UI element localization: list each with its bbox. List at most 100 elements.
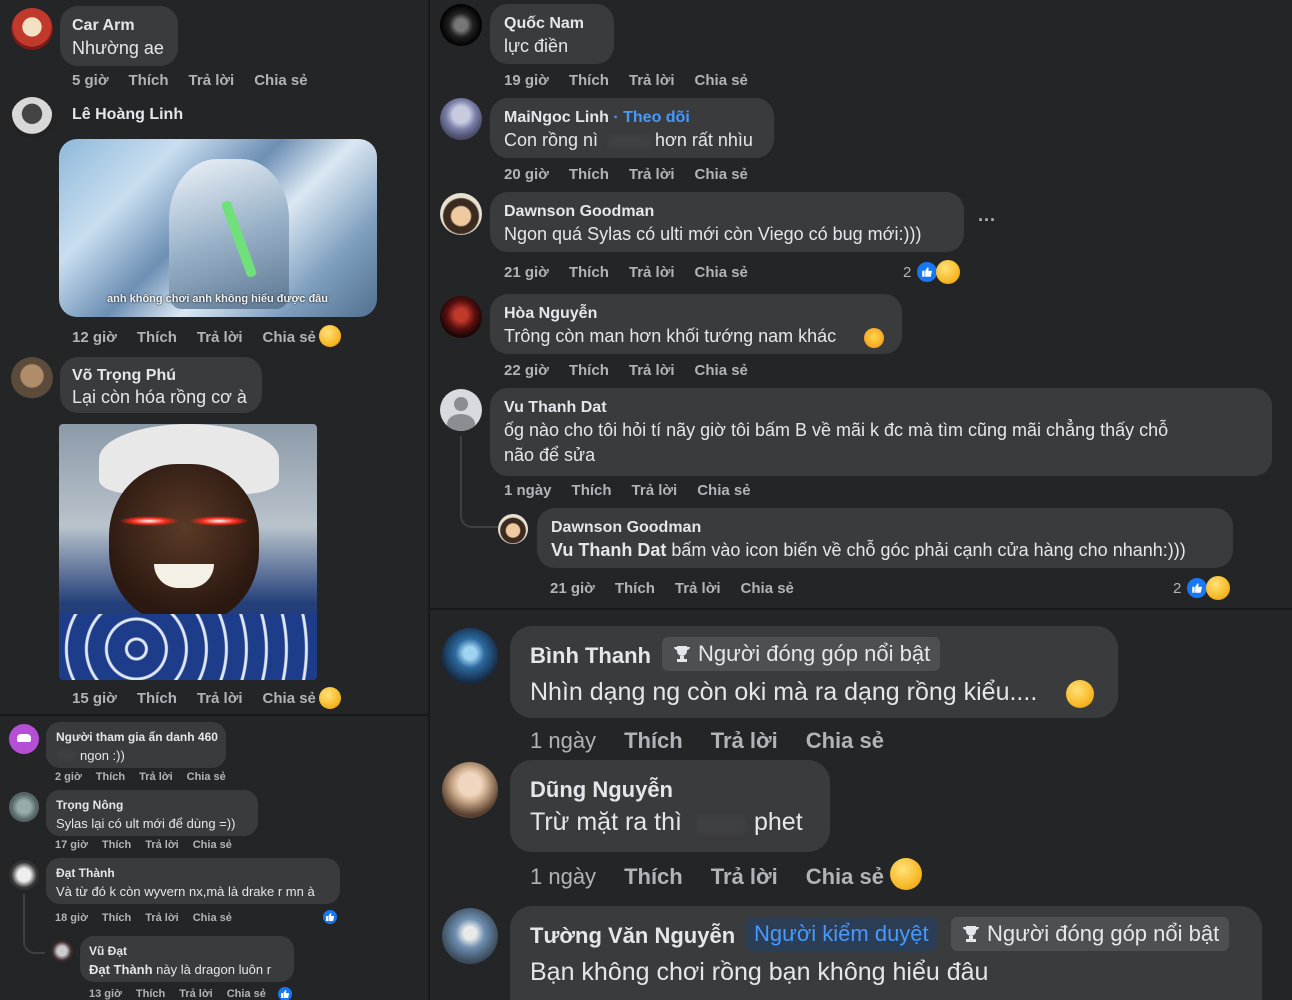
haha-emoji-icon[interactable] — [936, 260, 960, 284]
haha-emoji-icon[interactable] — [319, 687, 341, 709]
share-button[interactable]: Chia sẻ — [695, 362, 748, 379]
comment-author[interactable]: Đạt Thành — [56, 866, 115, 880]
share-button[interactable]: Chia sẻ — [695, 72, 748, 89]
like-button[interactable]: Thích — [96, 771, 125, 783]
comment-time[interactable]: 21 giờ — [504, 264, 549, 281]
comment-author[interactable]: Dawnson Goodman — [551, 519, 701, 537]
reply-button[interactable]: Trả lời — [675, 580, 721, 597]
comment-author[interactable]: Bình Thanh — [530, 643, 651, 669]
comment-time[interactable]: 2 giờ — [55, 771, 82, 783]
mention-link[interactable]: Vu Thanh Dat — [551, 540, 666, 560]
share-button[interactable]: Chia sẻ — [263, 690, 316, 707]
like-button[interactable]: Thích — [136, 988, 165, 1000]
like-button[interactable]: Thích — [137, 329, 177, 346]
comment-author[interactable]: Lê Hoàng Linh — [72, 106, 183, 124]
like-button[interactable]: Thích — [615, 580, 655, 597]
reaction-count[interactable]: 2 — [903, 264, 911, 281]
like-icon[interactable] — [276, 985, 294, 1000]
avatar[interactable] — [440, 98, 482, 140]
comment-time[interactable]: 15 giờ — [72, 690, 117, 707]
reply-button[interactable]: Trả lời — [197, 690, 243, 707]
default-avatar[interactable] — [440, 389, 482, 431]
like-icon[interactable] — [321, 908, 339, 926]
comment-author[interactable]: Dawnson Goodman — [504, 203, 654, 221]
comment-time[interactable]: 13 giờ — [89, 988, 122, 1000]
reaction-count[interactable]: 2 — [1173, 580, 1181, 597]
like-button[interactable]: Thích — [624, 864, 683, 890]
like-button[interactable]: Thích — [569, 166, 609, 183]
comment-author[interactable]: Võ Trọng Phú — [72, 367, 176, 385]
share-button[interactable]: Chia sẻ — [697, 482, 750, 499]
like-button[interactable]: Thích — [102, 839, 131, 851]
like-button[interactable]: Thích — [569, 264, 609, 281]
haha-emoji-icon[interactable] — [1206, 576, 1230, 600]
share-button[interactable]: Chia sẻ — [227, 988, 266, 1000]
share-button[interactable]: Chia sẻ — [806, 864, 884, 890]
comment-time[interactable]: 5 giờ — [72, 72, 109, 89]
reply-button[interactable]: Trả lời — [189, 72, 235, 89]
reply-button[interactable]: Trả lời — [629, 264, 675, 281]
comment-time[interactable]: 12 giờ — [72, 329, 117, 346]
avatar[interactable] — [440, 193, 482, 235]
comment-time[interactable]: 20 giờ — [504, 166, 549, 183]
reply-button[interactable]: Trả lời — [139, 771, 173, 783]
share-button[interactable]: Chia sẻ — [187, 771, 226, 783]
comment-author[interactable]: Tường Văn Nguyễn — [530, 923, 735, 949]
haha-emoji-icon[interactable] — [319, 325, 341, 347]
comment-time[interactable]: 22 giờ — [504, 362, 549, 379]
avatar[interactable] — [440, 296, 482, 338]
comment-author[interactable]: Dũng Nguyễn — [530, 777, 673, 803]
comment-author[interactable]: Người tham gia ẩn danh 460 — [56, 730, 218, 744]
mention-link[interactable]: Đạt Thành — [89, 962, 153, 977]
top-contributor-badge[interactable]: Người đóng góp nổi bật — [662, 637, 941, 671]
comment-time[interactable]: 1 ngày — [530, 728, 596, 754]
comment-author[interactable]: Trọng Nông — [56, 798, 123, 812]
share-button[interactable]: Chia sẻ — [263, 329, 316, 346]
top-contributor-badge[interactable]: Người đóng góp nổi bật — [951, 917, 1230, 951]
comment-time[interactable]: 1 ngày — [504, 482, 552, 499]
like-button[interactable]: Thích — [624, 728, 683, 754]
more-options-icon[interactable]: ··· — [978, 210, 996, 231]
avatar[interactable] — [51, 940, 73, 962]
reply-button[interactable]: Trả lời — [629, 72, 675, 89]
reply-button[interactable]: Trả lời — [711, 864, 778, 890]
reply-button[interactable]: Trả lời — [629, 166, 675, 183]
comment-time[interactable]: 17 giờ — [55, 839, 88, 851]
comment-image[interactable]: anh không chơi anh không hiểu được đâu — [59, 139, 377, 317]
share-button[interactable]: Chia sẻ — [254, 72, 307, 89]
comment-image[interactable] — [59, 424, 317, 680]
comment-author[interactable]: Hòa Nguyễn — [504, 305, 597, 323]
avatar[interactable] — [442, 762, 498, 818]
share-button[interactable]: Chia sẻ — [695, 264, 748, 281]
reply-button[interactable]: Trả lời — [711, 728, 778, 754]
follow-button[interactable]: · Theo dõi — [613, 109, 689, 126]
comment-time[interactable]: 18 giờ — [55, 912, 88, 924]
reply-button[interactable]: Trả lời — [629, 362, 675, 379]
comment-author[interactable]: MaiNgoc Linh — [504, 109, 609, 126]
reply-button[interactable]: Trả lời — [145, 912, 179, 924]
reply-button[interactable]: Trả lời — [197, 329, 243, 346]
reply-button[interactable]: Trả lời — [632, 482, 678, 499]
haha-emoji-icon[interactable] — [890, 858, 922, 890]
like-button[interactable]: Thích — [572, 482, 612, 499]
avatar[interactable] — [442, 908, 498, 964]
reply-button[interactable]: Trả lời — [179, 988, 213, 1000]
avatar[interactable] — [498, 514, 528, 544]
share-button[interactable]: Chia sẻ — [193, 839, 232, 851]
like-button[interactable]: Thích — [102, 912, 131, 924]
like-button[interactable]: Thích — [569, 362, 609, 379]
share-button[interactable]: Chia sẻ — [193, 912, 232, 924]
avatar[interactable] — [9, 792, 39, 822]
like-button[interactable]: Thích — [129, 72, 169, 89]
avatar[interactable] — [11, 357, 53, 399]
avatar[interactable] — [442, 628, 498, 684]
avatar[interactable] — [9, 860, 39, 890]
comment-author[interactable]: Quốc Nam — [504, 15, 584, 33]
avatar[interactable] — [11, 97, 53, 139]
comment-author[interactable]: Vũ Đạt — [89, 944, 127, 958]
moderator-badge[interactable]: Người kiểm duyệt — [746, 917, 937, 951]
comment-time[interactable]: 21 giờ — [550, 580, 595, 597]
avatar[interactable] — [11, 8, 53, 50]
comment-time[interactable]: 1 ngày — [530, 864, 596, 890]
share-button[interactable]: Chia sẻ — [695, 166, 748, 183]
